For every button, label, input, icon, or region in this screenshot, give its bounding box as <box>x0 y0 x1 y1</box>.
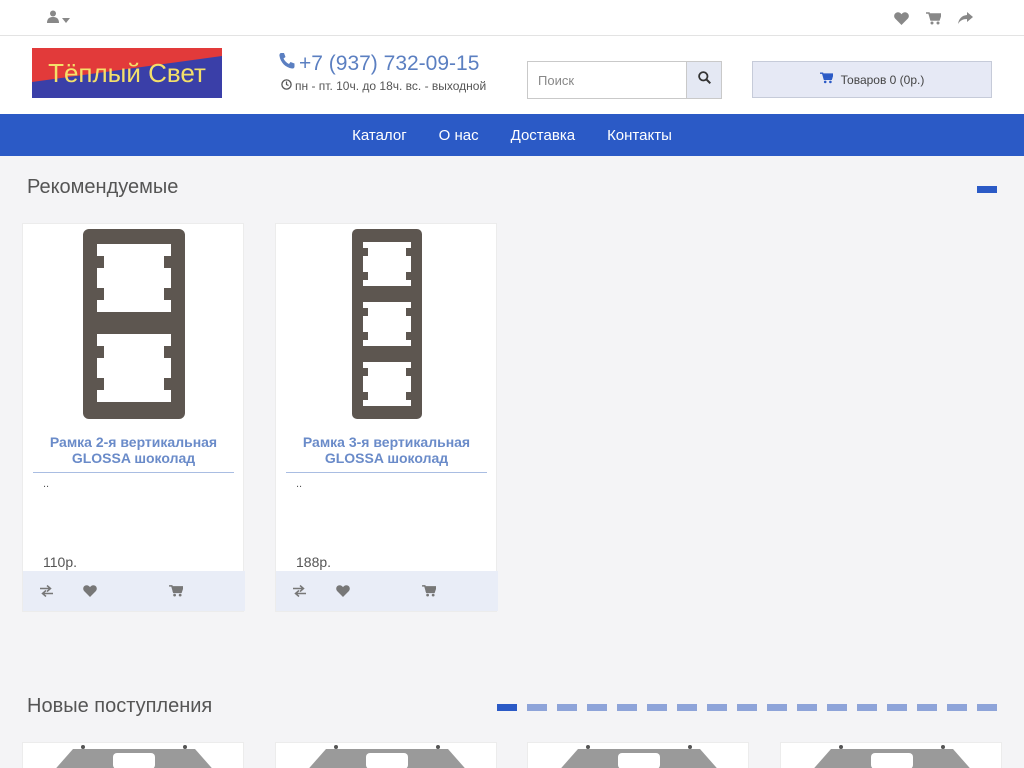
phone-icon <box>278 52 296 76</box>
add-to-cart-icon[interactable] <box>420 583 438 599</box>
carousel-dot[interactable] <box>827 704 847 711</box>
nav-item-about[interactable]: О нас <box>423 127 495 144</box>
compare-icon[interactable] <box>290 583 308 599</box>
product-card-partial[interactable] <box>22 742 244 768</box>
product-actions <box>23 571 245 611</box>
product-card: Рамка 3-я вертикальная GLOSSA шоколад ..… <box>275 223 498 612</box>
compare-icon[interactable] <box>37 583 55 599</box>
product-card: Рамка 2-я вертикальная GLOSSA шоколад ..… <box>22 223 245 612</box>
carousel-dot[interactable] <box>587 704 607 711</box>
carousel-dot[interactable] <box>647 704 667 711</box>
caret-down-icon <box>62 10 70 28</box>
nav-item-catalog[interactable]: Каталог <box>336 127 423 144</box>
wishlist-heart-icon[interactable] <box>81 583 99 599</box>
shopping-cart-icon[interactable] <box>924 9 942 27</box>
product-price: 110р. <box>43 554 77 570</box>
carousel-dot[interactable] <box>527 704 547 711</box>
cart-summary: Товаров 0 (0р.) <box>840 72 925 87</box>
main-navigation: Каталог О нас Доставка Контакты <box>0 114 1024 156</box>
product-card-partial[interactable] <box>527 742 749 768</box>
top-bar <box>0 0 1024 36</box>
product-actions <box>276 571 498 611</box>
nav-item-delivery[interactable]: Доставка <box>495 127 591 144</box>
carousel-dot[interactable] <box>857 704 877 711</box>
clock-icon <box>281 79 292 93</box>
product-description: .. <box>43 478 50 490</box>
add-to-cart-icon[interactable] <box>167 583 185 599</box>
carousel-dot[interactable] <box>917 704 937 711</box>
logo-text: Тёплый Свет <box>48 58 206 88</box>
product-name[interactable]: Рамка 3-я вертикальная GLOSSA шоколад <box>286 434 487 473</box>
site-logo[interactable]: Тёплый Свет <box>32 48 222 98</box>
carousel-pagination <box>497 704 997 711</box>
carousel-dot[interactable] <box>737 704 757 711</box>
product-name[interactable]: Рамка 2-я вертикальная GLOSSA шоколад <box>33 434 234 473</box>
product-image[interactable] <box>276 224 498 424</box>
carousel-dot[interactable] <box>557 704 577 711</box>
wishlist-heart-icon[interactable] <box>892 9 910 27</box>
site-header: Тёплый Свет +7 (937) 732-09-15 пн - пт. … <box>0 36 1024 114</box>
section-title-recommended: Рекомендуемые <box>27 176 179 198</box>
search-input[interactable] <box>527 61 686 99</box>
contact-info: +7 (937) 732-09-15 пн - пт. 10ч. до 18ч.… <box>278 52 493 93</box>
carousel-dot[interactable] <box>797 704 817 711</box>
carousel-dot[interactable] <box>977 704 997 711</box>
product-image[interactable] <box>23 224 245 424</box>
working-hours: пн - пт. 10ч. до 18ч. вс. - выходной <box>278 79 493 93</box>
cart-button[interactable]: Товаров 0 (0р.) <box>752 61 992 98</box>
phone-text: +7 (937) 732-09-15 <box>299 52 480 75</box>
carousel-dot[interactable] <box>887 704 907 711</box>
search-form <box>527 61 722 99</box>
user-menu-dropdown[interactable] <box>47 10 70 28</box>
search-icon <box>697 71 711 89</box>
product-price: 188р. <box>296 554 332 570</box>
carousel-dot[interactable] <box>617 704 637 711</box>
carousel-dot[interactable] <box>677 704 697 711</box>
product-description: .. <box>296 478 303 490</box>
phone-number[interactable]: +7 (937) 732-09-15 <box>278 52 493 76</box>
wishlist-heart-icon[interactable] <box>334 583 352 599</box>
carousel-dot-active[interactable] <box>497 704 517 711</box>
carousel-dot[interactable] <box>767 704 787 711</box>
user-icon <box>47 10 59 28</box>
carousel-dot[interactable] <box>707 704 727 711</box>
carousel-dot[interactable] <box>977 186 997 193</box>
search-button[interactable] <box>686 61 722 99</box>
product-card-partial[interactable] <box>275 742 497 768</box>
carousel-dot[interactable] <box>947 704 967 711</box>
section-title-new-arrivals: Новые поступления <box>27 695 213 717</box>
share-icon[interactable] <box>956 9 974 27</box>
working-hours-text: пн - пт. 10ч. до 18ч. вс. - выходной <box>295 79 487 93</box>
product-card-partial[interactable] <box>780 742 1002 768</box>
cart-icon <box>819 72 834 87</box>
nav-item-contacts[interactable]: Контакты <box>591 127 688 144</box>
